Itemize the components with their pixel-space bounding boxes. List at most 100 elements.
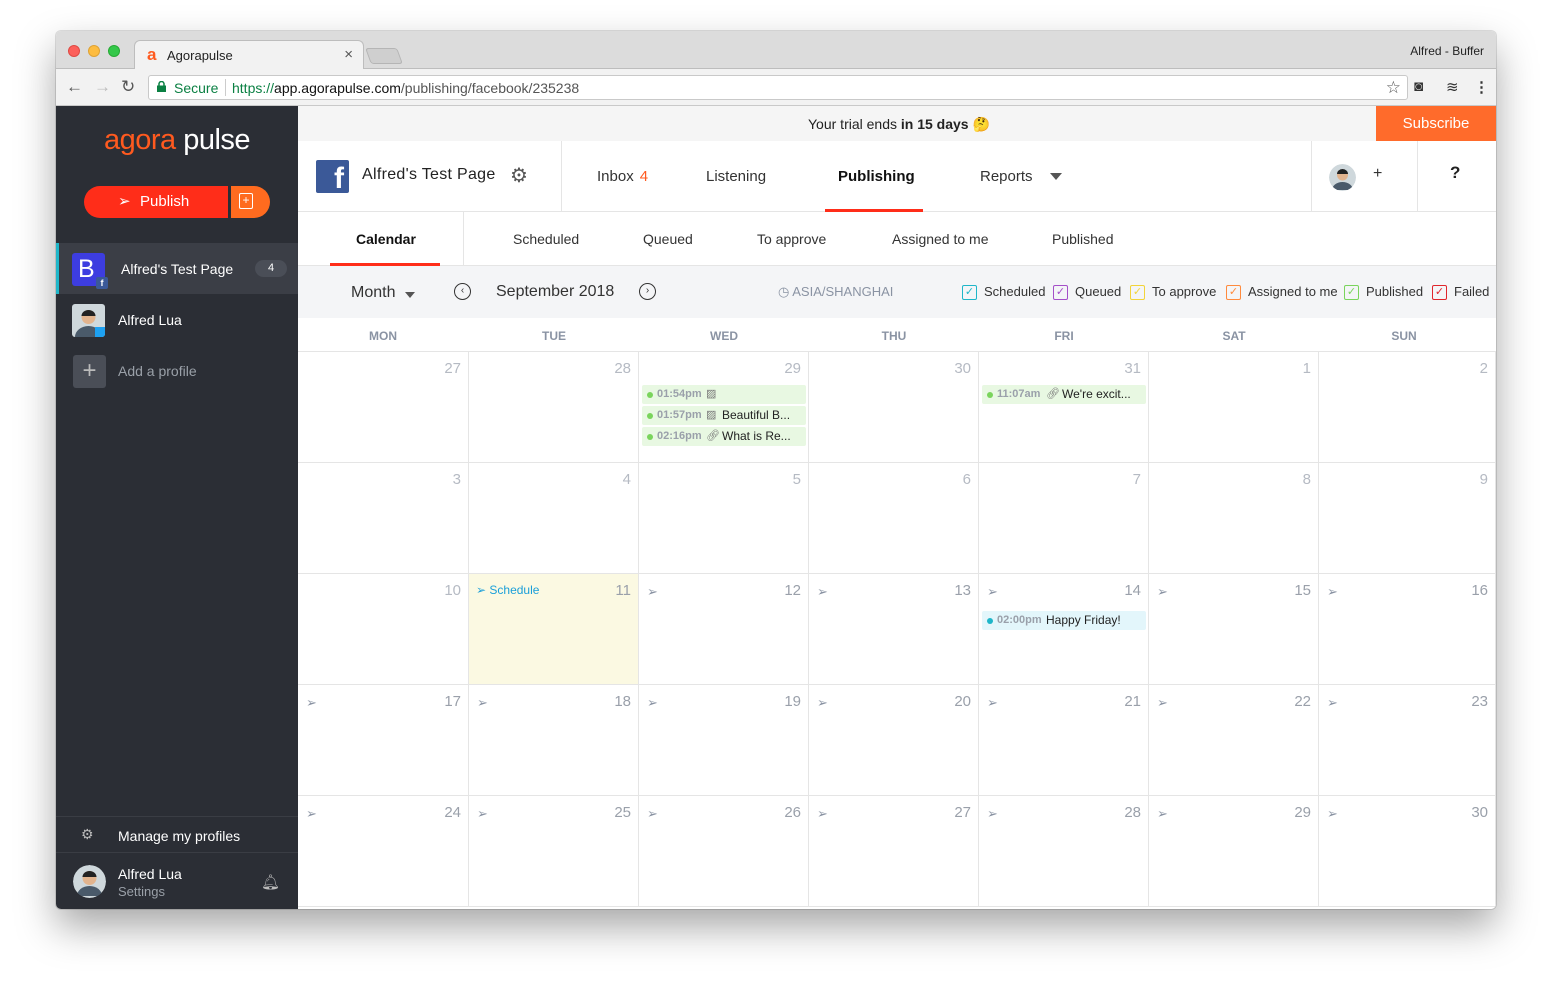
assigned-checkbox[interactable]: ✓ [1226,285,1241,300]
calendar-day-cell[interactable]: 3 [298,463,469,574]
user-avatar[interactable] [1329,164,1356,191]
agorapulse-logo[interactable]: agora pulse [104,124,251,157]
publish-button[interactable]: ➢ Publish [84,186,231,218]
schedule-paper-plane-icon[interactable]: ➢ [647,695,658,711]
tab-listening[interactable]: Listening [706,168,766,185]
calendar-day-cell[interactable]: 16 ➢ [1319,574,1496,685]
schedule-paper-plane-icon[interactable]: ➢ [1157,695,1168,711]
schedule-paper-plane-icon[interactable]: ➢ [1157,584,1168,600]
calendar-day-cell[interactable]: 22 ➢ [1149,685,1319,796]
url-input[interactable]: Secure https://app.agorapulse.com/publis… [148,75,1408,100]
schedule-paper-plane-icon[interactable]: ➢ [306,695,317,711]
forward-arrow-icon[interactable]: → [94,77,111,97]
schedule-paper-plane-icon[interactable]: ➢ [477,806,488,822]
calendar-day-cell[interactable]: 29 01:54pm ▨ 01:57pm ▨ Beautiful B... 02:16pm 🔗… [639,352,809,463]
next-month-icon[interactable]: › [639,283,656,300]
calendar-day-cell[interactable]: 7 [979,463,1149,574]
calendar-day-cell[interactable]: 28 ➢ [979,796,1149,907]
queued-checkbox[interactable]: ✓ [1053,285,1068,300]
buffer-extension-icon[interactable]: ≋ [1446,78,1459,96]
schedule-paper-plane-icon[interactable]: ➢ [817,584,828,600]
tab-queued[interactable]: Queued [643,231,693,247]
tab-reports[interactable]: Reports [980,168,1033,185]
calendar-post[interactable]: 01:54pm ▨ [642,385,806,404]
calendar-day-cell[interactable]: 4 [469,463,639,574]
calendar-day-cell[interactable]: 2 [1319,352,1496,463]
schedule-paper-plane-icon[interactable]: ➢ [987,584,998,600]
calendar-day-cell[interactable]: 21 ➢ [979,685,1149,796]
schedule-paper-plane-icon[interactable]: ➢ [477,695,488,711]
previous-month-icon[interactable]: ‹ [454,283,471,300]
schedule-paper-plane-icon[interactable]: ➢ [1327,695,1338,711]
calendar-post[interactable]: 01:57pm ▨ Beautiful B... [642,406,806,425]
schedule-paper-plane-icon[interactable]: ➢ [987,806,998,822]
calendar-day-cell[interactable]: 27 [298,352,469,463]
reports-dropdown-caret-icon[interactable] [1050,173,1062,180]
calendar-day-cell[interactable]: 18 ➢ [469,685,639,796]
add-profile-button[interactable]: + Add a profile [56,345,298,396]
published-checkbox[interactable]: ✓ [1344,285,1359,300]
view-mode-select[interactable]: Month [351,284,395,302]
close-tab-icon[interactable]: × [344,46,353,63]
calendar-day-cell[interactable]: 27 ➢ [809,796,979,907]
schedule-post-link[interactable]: ➢ Schedule [476,583,539,597]
tab-publishing[interactable]: Publishing [838,168,915,185]
calendar-day-cell[interactable]: 11 ➢ Schedule [469,574,639,685]
tab-calendar[interactable]: Calendar [356,231,416,247]
subscribe-button[interactable]: Subscribe [1376,106,1496,141]
calendar-day-cell[interactable]: 26 ➢ [639,796,809,907]
calendar-day-cell[interactable]: 28 [469,352,639,463]
schedule-paper-plane-icon[interactable]: ➢ [647,584,658,600]
calendar-day-cell[interactable]: 5 [639,463,809,574]
close-window-button[interactable] [68,45,80,57]
calendar-day-cell[interactable]: 13 ➢ [809,574,979,685]
user-settings-area[interactable]: Alfred Lua Settings 🔔︎ [56,852,298,909]
calendar-day-cell[interactable]: 31 11:07am 🔗︎ We're excit... [979,352,1149,463]
calendar-day-cell[interactable]: 20 ➢ [809,685,979,796]
chevron-down-icon[interactable] [405,292,415,298]
add-team-member-button[interactable]: + [1373,165,1382,183]
schedule-paper-plane-icon[interactable]: ➢ [306,806,317,822]
reload-icon[interactable]: ↻ [121,77,135,97]
calendar-day-cell[interactable]: 17 ➢ [298,685,469,796]
calendar-day-cell[interactable]: 29 ➢ [1149,796,1319,907]
sidebar-item-alfreds-test-page[interactable]: B f Alfred's Test Page 4 [56,243,298,294]
browser-tab[interactable]: a Agorapulse × [134,40,364,70]
schedule-paper-plane-icon[interactable]: ➢ [647,806,658,822]
back-arrow-icon[interactable]: ← [66,77,83,97]
tab-scheduled[interactable]: Scheduled [513,231,579,247]
calendar-day-cell[interactable]: 14 ➢ 02:00pm Happy Friday! [979,574,1149,685]
manage-profiles-button[interactable]: ⚙ Manage my profiles [56,816,298,852]
help-button[interactable]: ? [1450,163,1460,183]
calendar-day-cell[interactable]: 12 ➢ [639,574,809,685]
schedule-paper-plane-icon[interactable]: ➢ [987,695,998,711]
sidebar-item-alfred-lua[interactable]: Alfred Lua [56,294,298,345]
minimize-window-button[interactable] [88,45,100,57]
calendar-day-cell[interactable]: 25 ➢ [469,796,639,907]
browser-menu-icon[interactable]: ⋮ [1474,78,1489,96]
calendar-day-cell[interactable]: 10 [298,574,469,685]
tab-to-approve[interactable]: To approve [757,231,826,247]
calendar-post[interactable]: 02:00pm Happy Friday! [982,611,1146,630]
calendar-day-cell[interactable]: 9 [1319,463,1496,574]
browser-profile-name[interactable]: Alfred - Buffer [1410,44,1484,58]
to-approve-checkbox[interactable]: ✓ [1130,285,1145,300]
scheduled-checkbox[interactable]: ✓ [962,285,977,300]
schedule-paper-plane-icon[interactable]: ➢ [1157,806,1168,822]
calendar-day-cell[interactable]: 23 ➢ [1319,685,1496,796]
schedule-paper-plane-icon[interactable]: ➢ [817,806,828,822]
tab-inbox[interactable]: Inbox 4 [597,168,648,185]
tab-assigned-to-me[interactable]: Assigned to me [892,231,989,247]
page-settings-gear-icon[interactable]: ⚙ [510,163,528,188]
bell-icon[interactable]: 🔔︎ [261,873,280,891]
calendar-day-cell[interactable]: 24 ➢ [298,796,469,907]
bookmark-star-icon[interactable]: ☆ [1386,78,1401,98]
calendar-day-cell[interactable]: 6 [809,463,979,574]
new-tab-button[interactable] [365,48,403,64]
calendar-day-cell[interactable]: 30 ➢ [1319,796,1496,907]
calendar-day-cell[interactable]: 19 ➢ [639,685,809,796]
schedule-paper-plane-icon[interactable]: ➢ [817,695,828,711]
tab-published[interactable]: Published [1052,231,1114,247]
bulk-publish-button[interactable]: + [228,186,270,218]
calendar-post[interactable]: 02:16pm 🔗︎ What is Re... [642,427,806,446]
